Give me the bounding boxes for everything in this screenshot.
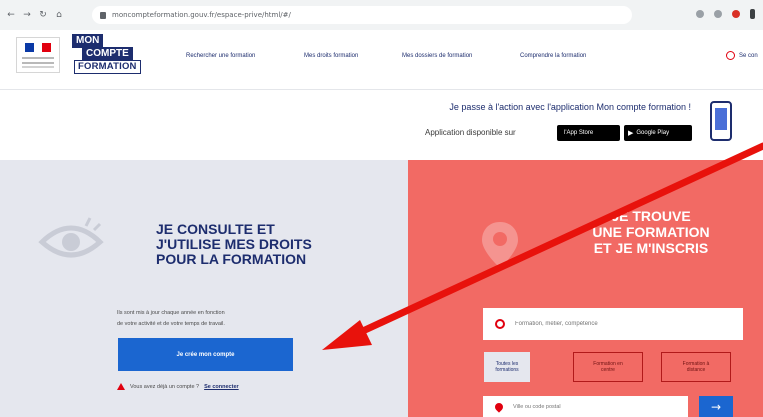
search-submit-button[interactable]: → [699, 396, 733, 417]
rights-heading: JE CONSULTE ET J'UTILISE MES DROITS POUR… [156, 222, 366, 267]
rights-heading-line: JE CONSULTE ET [156, 221, 275, 237]
location-input[interactable] [513, 403, 673, 410]
filter-label-line: distance [686, 367, 706, 373]
site-header: MON COMPTE FORMATION Rechercher une form… [0, 30, 763, 90]
nav-item-mes-droits[interactable]: Mes droits formation [304, 53, 402, 59]
training-search-input[interactable] [515, 321, 715, 327]
logo-word-compte: COMPTE [82, 47, 133, 61]
rights-heading-line: POUR LA FORMATION [156, 251, 307, 267]
warning-icon [117, 383, 125, 390]
search-heading-line: JE TROUVE [611, 208, 691, 224]
user-icon [726, 51, 735, 60]
extension-icon[interactable] [714, 10, 722, 18]
filter-in-center[interactable]: Formation en centre [573, 352, 643, 382]
star-icon[interactable] [696, 10, 704, 18]
rights-panel: JE CONSULTE ET J'UTILISE MES DROITS POUR… [0, 160, 408, 417]
app-promo: Je passe à l'action avec l'application M… [0, 90, 763, 160]
search-heading: JE TROUVE UNE FORMATION ET JE M'INSCRIS [551, 208, 751, 256]
create-account-button[interactable]: Je crée mon compte [118, 338, 293, 371]
filter-label-line: formations [495, 367, 519, 373]
opera-icon[interactable] [732, 10, 740, 18]
mon-compte-formation-logo[interactable]: MON COMPTE FORMATION [72, 34, 150, 76]
browser-toolbar: ← → ↻ ⌂ moncompteformation.gouv.fr/espac… [0, 0, 763, 30]
lock-icon [100, 11, 106, 19]
location-pin-icon [482, 222, 518, 268]
login-question: Vous avez déjà un compte ? [130, 383, 200, 390]
search-icon [495, 319, 505, 329]
login-link-text[interactable]: Se connecter [204, 384, 239, 390]
logo-text-lines [22, 57, 54, 59]
flag-white-stripe [33, 43, 43, 52]
page: ← → ↻ ⌂ moncompteformation.gouv.fr/espac… [0, 0, 763, 417]
google-play-button[interactable]: ▶ Google Play [624, 125, 692, 141]
filter-remote[interactable]: Formation à distance [661, 352, 731, 382]
nav-item-rechercher-formation[interactable]: Rechercher une formation [186, 53, 304, 59]
google-play-label: Google Play [636, 130, 670, 136]
home-icon[interactable]: ⌂ [54, 10, 64, 20]
flag-red-stripe [42, 43, 52, 52]
menu-icon[interactable] [750, 9, 755, 19]
forward-arrow-icon[interactable]: → [22, 10, 32, 20]
location-icon [493, 400, 505, 413]
rights-heading-line: J'UTILISE MES DROITS [156, 236, 312, 252]
play-icon: ▶ [628, 129, 634, 137]
logo-word-formation: FORMATION [74, 60, 141, 74]
location-field[interactable] [483, 396, 688, 417]
filter-label-line: centre [601, 367, 615, 373]
rights-description: Ils sont mis à jour chaque année en fonc… [117, 308, 307, 330]
login-link[interactable]: Se con [726, 51, 758, 60]
search-training-panel: JE TROUVE UNE FORMATION ET JE M'INSCRIS … [408, 160, 763, 417]
logo-word-mon: MON [72, 34, 104, 48]
flag-blue-stripe [25, 43, 34, 52]
reload-icon[interactable]: ↻ [38, 10, 48, 20]
back-arrow-icon[interactable]: ← [6, 10, 16, 20]
search-heading-line: ET JE M'INSCRIS [593, 240, 709, 256]
nav-item-mes-dossiers[interactable]: Mes dossiers de formation [402, 53, 520, 59]
login-prompt: Vous avez déjà un compte ? Se connecter [117, 383, 239, 390]
promo-availability: Application disponible sur [425, 128, 516, 137]
training-search-field[interactable] [483, 308, 743, 340]
search-heading-line: UNE FORMATION [592, 224, 710, 240]
phone-icon [710, 101, 732, 141]
eye-icon [38, 217, 104, 258]
login-label: Se con [739, 52, 758, 59]
republique-francaise-logo[interactable] [16, 37, 60, 73]
filter-all-trainings[interactable]: Toutes les formations [484, 352, 530, 382]
browser-actions [696, 9, 755, 19]
rights-description-line: Ils sont mis à jour chaque année en fonc… [117, 310, 225, 316]
app-store-label: l'App Store [564, 130, 594, 136]
address-bar[interactable]: moncompteformation.gouv.fr/espace-prive/… [92, 6, 632, 24]
rights-description-line: de votre activité et de votre temps de t… [117, 321, 225, 327]
url-text: moncompteformation.gouv.fr/espace-prive/… [112, 11, 291, 19]
app-store-button[interactable]: l'App Store [557, 125, 620, 141]
flag-icon [25, 43, 52, 52]
promo-headline: Je passe à l'action avec l'application M… [449, 102, 691, 112]
nav-item-comprendre[interactable]: Comprendre la formation [520, 53, 586, 59]
main-navigation: Rechercher une formation Mes droits form… [186, 53, 586, 59]
